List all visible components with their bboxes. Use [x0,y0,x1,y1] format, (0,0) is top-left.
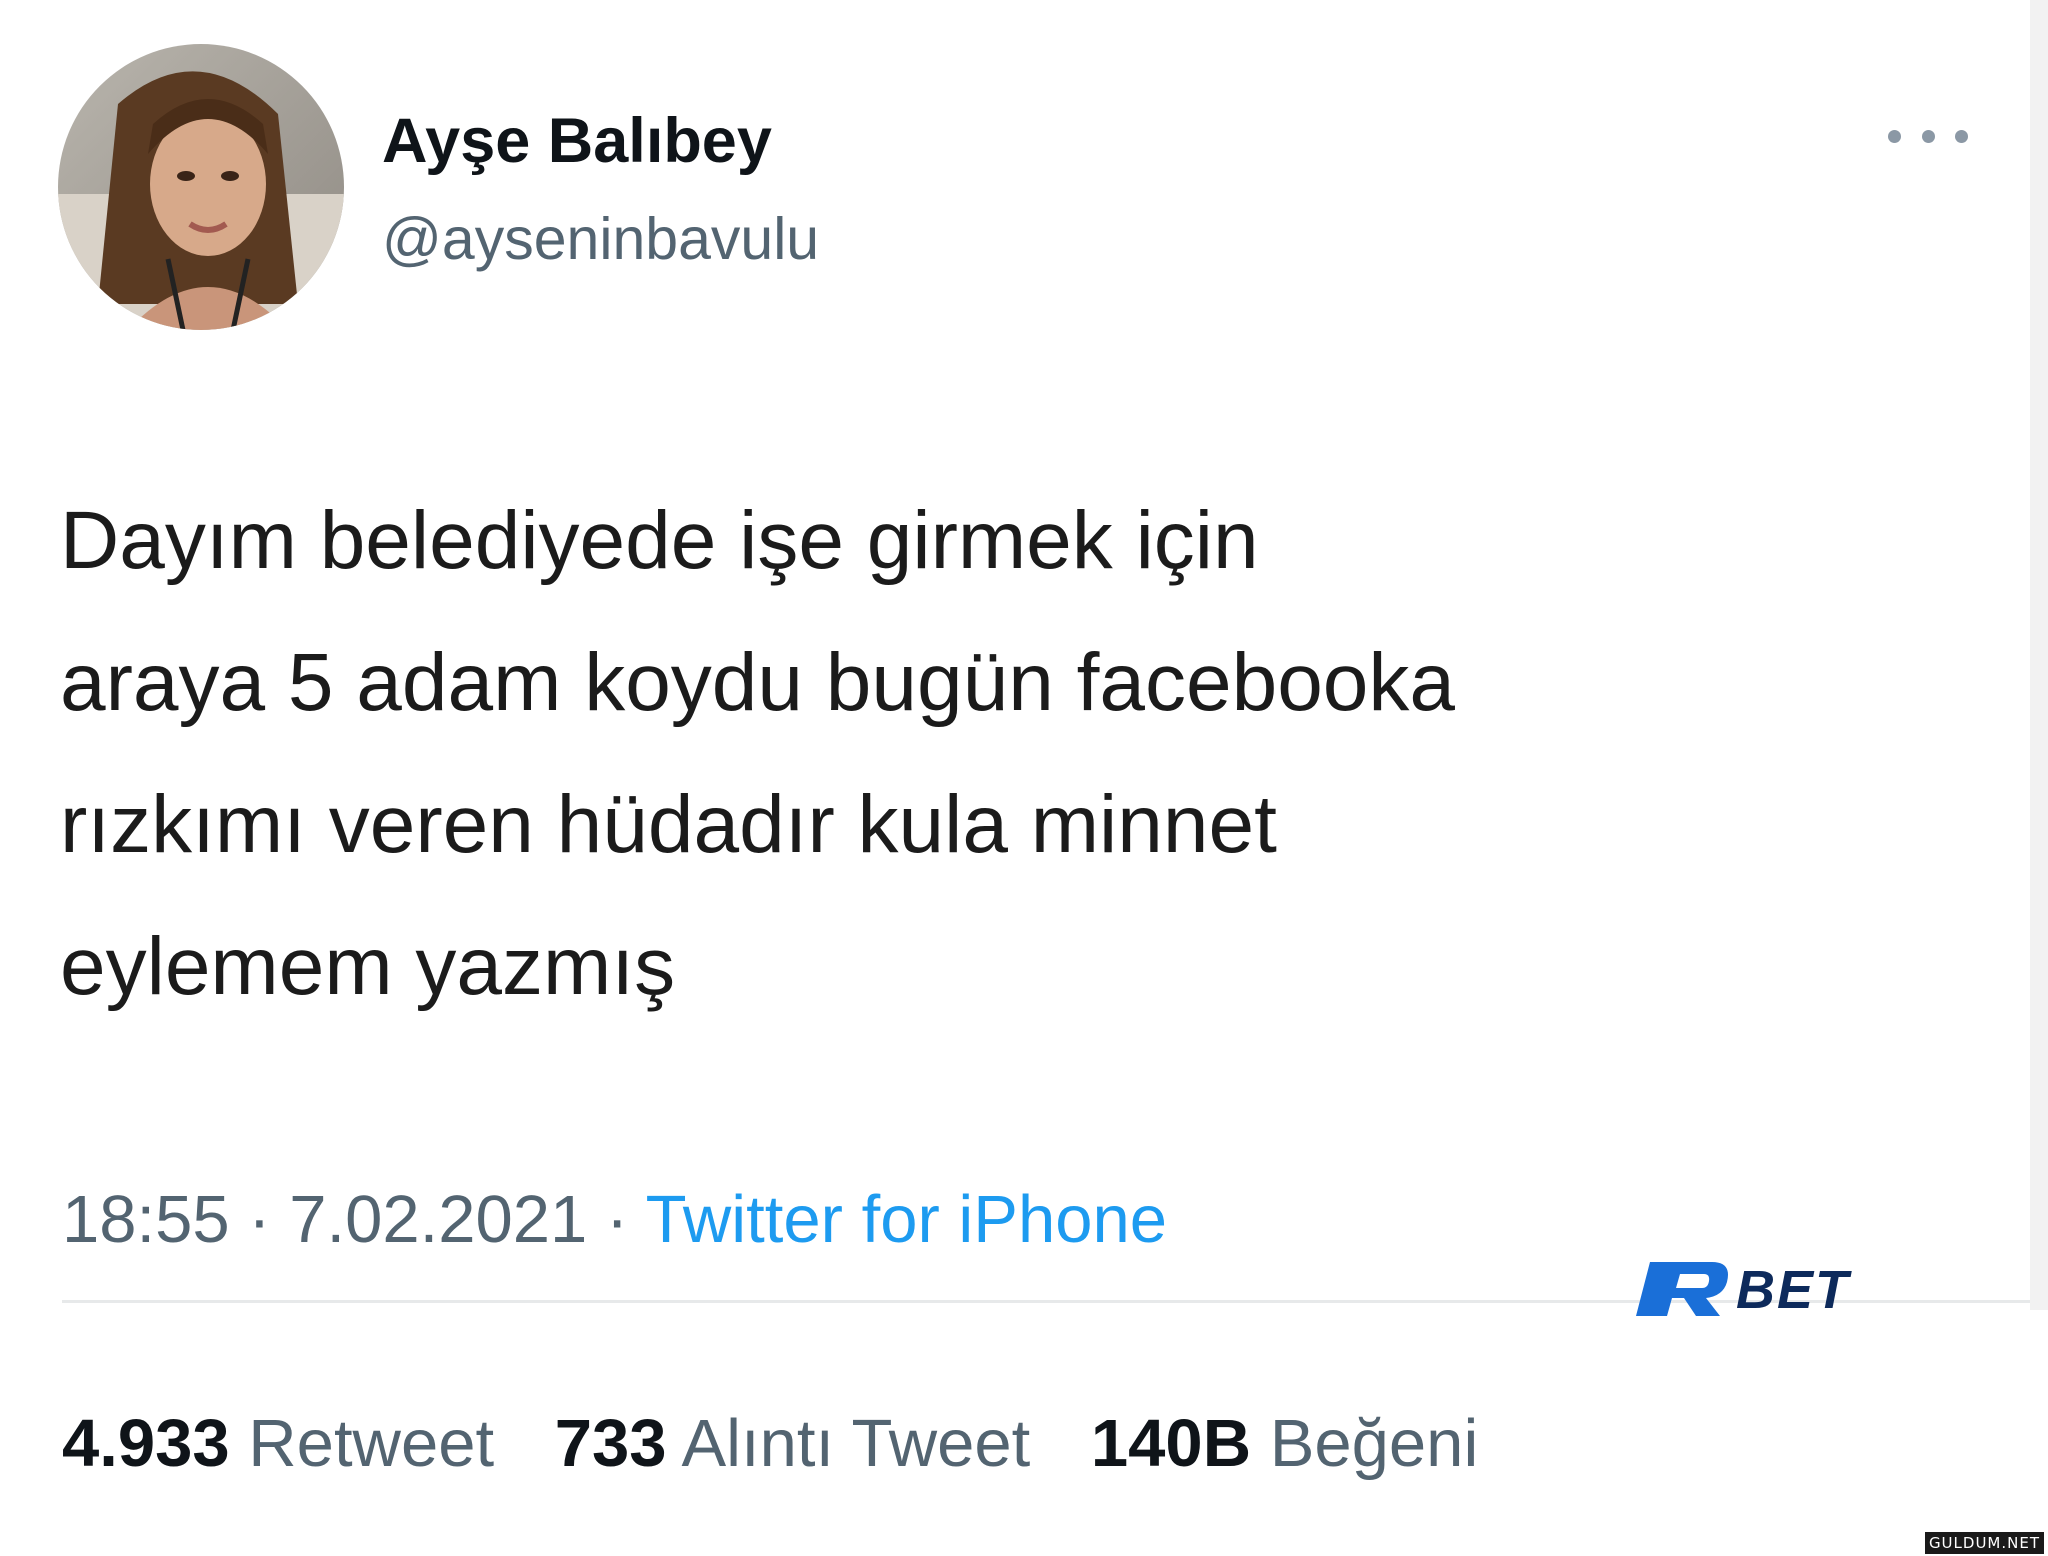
dot [1888,129,1901,143]
tweet-date[interactable]: 7.02.2021 [289,1182,587,1257]
dot [1921,129,1935,143]
tweet-text-line: rızkımı veren hüdadır kula minnet [60,779,1277,870]
like-stat[interactable]: 140B Beğeni [1091,1406,1478,1481]
quote-label: Alıntı Tweet [681,1406,1031,1481]
tweet-text: Dayım belediyede işe girmek için araya 5… [60,470,1960,1038]
retweet-count: 4.933 [62,1406,230,1481]
like-label: Beğeni [1269,1406,1479,1481]
author-handle[interactable]: @ayseninbavulu [382,203,819,275]
avatar[interactable] [58,44,344,330]
site-badge: GULDUM.NET [1924,1532,2044,1554]
quote-stat[interactable]: 733 Alıntı Tweet [555,1406,1049,1481]
tweet-time[interactable]: 18:55 [62,1182,230,1257]
tweet-meta: 18:55 · 7.02.2021 · Twitter for iPhone [62,1180,1167,1260]
tweet-stats: 4.933 Retweet 733 Alıntı Tweet 140B Beğe… [62,1404,1478,1484]
page-edge [2030,0,2048,1310]
more-dots-icon[interactable] [1888,116,1968,156]
meta-separator: · [605,1182,629,1257]
like-count: 140B [1090,1406,1252,1481]
author-display-name[interactable]: Ayşe Balıbey [382,103,772,179]
avatar-photo [58,44,344,330]
tweet-source-link[interactable]: Twitter for iPhone [646,1182,1167,1257]
tweet-card: Ayşe Balıbey @ayseninbavulu Dayım beledi… [0,0,2030,1481]
quote-count: 733 [554,1406,667,1481]
rbet-logo-text: BET [1736,1260,1850,1320]
meta-separator: · [248,1182,271,1257]
tweet-text-line: eylemem yazmış [60,921,676,1012]
tweet-text-line: araya 5 adam koydu bugün facebooka [60,637,1456,728]
retweet-label: Retweet [248,1406,495,1481]
tweet-text-line: Dayım belediyede işe girmek için [60,495,1259,586]
dot [1955,129,1968,143]
retweet-stat[interactable]: 4.933 Retweet [62,1406,513,1481]
